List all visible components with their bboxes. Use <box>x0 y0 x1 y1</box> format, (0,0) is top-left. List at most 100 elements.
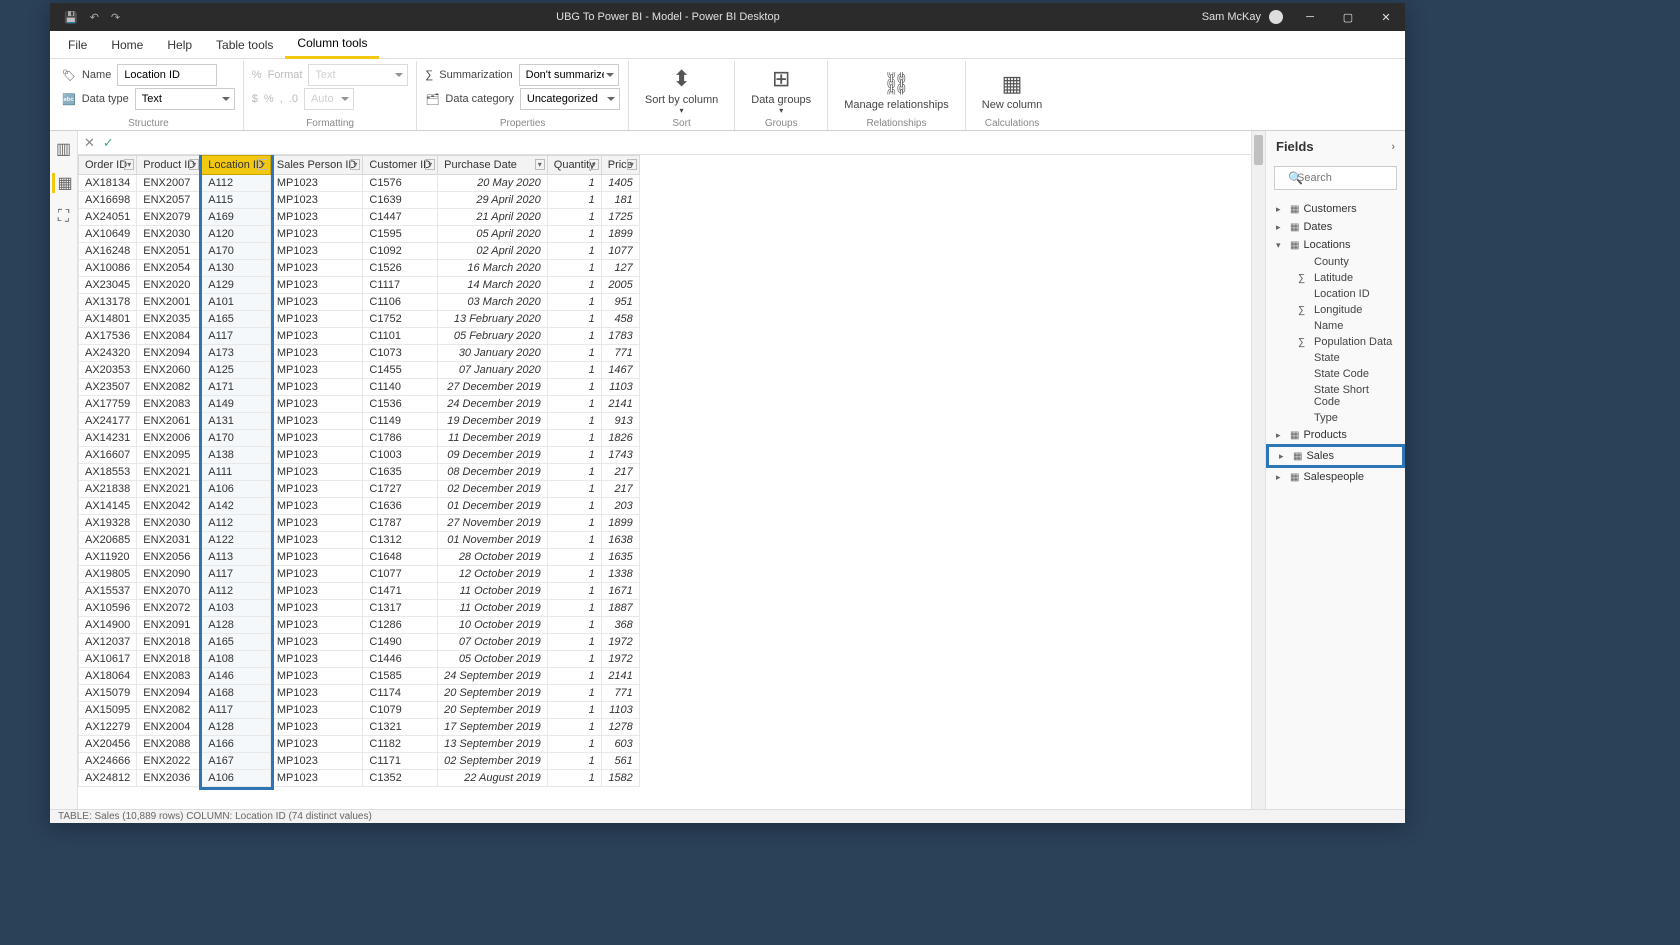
table-row[interactable]: AX18064ENX2083A146MP1023C158524 Septembe… <box>79 668 640 685</box>
cell[interactable]: MP1023 <box>270 396 362 413</box>
scrollbar[interactable] <box>1251 131 1265 809</box>
cell[interactable]: A111 <box>202 464 271 481</box>
cell[interactable]: C1639 <box>363 192 438 209</box>
cell[interactable]: 08 December 2019 <box>438 464 548 481</box>
cell[interactable]: 181 <box>601 192 639 209</box>
cell[interactable]: AX11920 <box>79 549 137 566</box>
cell[interactable]: A125 <box>202 362 271 379</box>
cell[interactable]: A108 <box>202 651 271 668</box>
cell[interactable]: C1787 <box>363 515 438 532</box>
name-input[interactable] <box>117 64 217 86</box>
cell[interactable]: 09 December 2019 <box>438 447 548 464</box>
cell[interactable]: AX13178 <box>79 294 137 311</box>
cell[interactable]: C1321 <box>363 719 438 736</box>
cell[interactable]: 1 <box>547 719 601 736</box>
cell[interactable]: MP1023 <box>270 430 362 447</box>
cell[interactable]: MP1023 <box>270 345 362 362</box>
table-row[interactable]: AX16248ENX2051A170MP1023C109202 April 20… <box>79 243 640 260</box>
table-row[interactable]: AX24666ENX2022A167MP1023C117102 Septembe… <box>79 753 640 770</box>
cell[interactable]: ENX2057 <box>137 192 202 209</box>
table-row[interactable]: AX10617ENX2018A108MP1023C144605 October … <box>79 651 640 668</box>
cell[interactable]: A117 <box>202 702 271 719</box>
cell[interactable]: 13 February 2020 <box>438 311 548 328</box>
cell[interactable]: AX24320 <box>79 345 137 362</box>
save-icon[interactable]: 💾 <box>64 11 78 24</box>
cell[interactable]: 1 <box>547 685 601 702</box>
cell[interactable]: 27 December 2019 <box>438 379 548 396</box>
cell[interactable]: A142 <box>202 498 271 515</box>
cell[interactable]: C1447 <box>363 209 438 226</box>
cell[interactable]: ENX2022 <box>137 753 202 770</box>
cell[interactable]: MP1023 <box>270 209 362 226</box>
cell[interactable]: ENX2082 <box>137 379 202 396</box>
cell[interactable]: MP1023 <box>270 192 362 209</box>
cell[interactable]: 1 <box>547 243 601 260</box>
column-header[interactable]: Purchase Date▾ <box>438 156 548 175</box>
cell[interactable]: AX24812 <box>79 770 137 787</box>
cell[interactable]: 1 <box>547 498 601 515</box>
cell[interactable]: C1455 <box>363 362 438 379</box>
cell[interactable]: MP1023 <box>270 464 362 481</box>
cell[interactable]: AX24051 <box>79 209 137 226</box>
cell[interactable]: 1972 <box>601 651 639 668</box>
cell[interactable]: MP1023 <box>270 532 362 549</box>
cell[interactable]: MP1023 <box>270 600 362 617</box>
column-filter-icon[interactable]: ▾ <box>258 159 268 170</box>
cell[interactable]: 1725 <box>601 209 639 226</box>
cell[interactable]: A115 <box>202 192 271 209</box>
cell[interactable]: 203 <box>601 498 639 515</box>
cell[interactable]: 1671 <box>601 583 639 600</box>
cell[interactable]: 19 December 2019 <box>438 413 548 430</box>
cell[interactable]: 1 <box>547 260 601 277</box>
cell[interactable]: MP1023 <box>270 175 362 192</box>
cell[interactable]: AX24666 <box>79 753 137 770</box>
cell[interactable]: 1 <box>547 379 601 396</box>
cell[interactable]: C1149 <box>363 413 438 430</box>
cell[interactable]: A112 <box>202 583 271 600</box>
cell[interactable]: 22 August 2019 <box>438 770 548 787</box>
cell[interactable]: ENX2084 <box>137 328 202 345</box>
cell[interactable]: 368 <box>601 617 639 634</box>
undo-icon[interactable]: ↶ <box>90 11 99 24</box>
cell[interactable]: 07 October 2019 <box>438 634 548 651</box>
cell[interactable]: A170 <box>202 430 271 447</box>
cell[interactable]: 2141 <box>601 668 639 685</box>
cell[interactable]: ENX2061 <box>137 413 202 430</box>
cell[interactable]: MP1023 <box>270 549 362 566</box>
cell[interactable]: C1471 <box>363 583 438 600</box>
cell[interactable]: 1278 <box>601 719 639 736</box>
column-filter-icon[interactable]: ▾ <box>535 159 545 170</box>
cell[interactable]: AX14145 <box>79 498 137 515</box>
cell[interactable]: 24 September 2019 <box>438 668 548 685</box>
field-state[interactable]: State <box>1266 350 1405 366</box>
cell[interactable]: AX15079 <box>79 685 137 702</box>
cell[interactable]: ENX2095 <box>137 447 202 464</box>
cell[interactable]: 1 <box>547 753 601 770</box>
cell[interactable]: 1 <box>547 617 601 634</box>
table-row[interactable]: AX19328ENX2030A112MP1023C178727 November… <box>79 515 640 532</box>
cell[interactable]: AX20685 <box>79 532 137 549</box>
cell[interactable]: AX23507 <box>79 379 137 396</box>
cell[interactable]: C1576 <box>363 175 438 192</box>
cell[interactable]: 1 <box>547 294 601 311</box>
cell[interactable]: 29 April 2020 <box>438 192 548 209</box>
cell[interactable]: 14 March 2020 <box>438 277 548 294</box>
cell[interactable]: 20 September 2019 <box>438 702 548 719</box>
cell[interactable]: A122 <box>202 532 271 549</box>
column-filter-icon[interactable]: ▾ <box>124 159 134 170</box>
column-header[interactable]: Location ID▾ <box>202 156 271 175</box>
cell[interactable]: A171 <box>202 379 271 396</box>
table-row[interactable]: AX14900ENX2091A128MP1023C128610 October … <box>79 617 640 634</box>
cell[interactable]: AX21838 <box>79 481 137 498</box>
cell[interactable]: A106 <box>202 481 271 498</box>
data-groups-button[interactable]: ⊞Data groups▾ <box>743 63 819 118</box>
column-filter-icon[interactable]: ▾ <box>189 159 199 170</box>
cell[interactable]: 27 November 2019 <box>438 515 548 532</box>
minimize-button[interactable]: ─ <box>1291 3 1329 31</box>
column-header[interactable]: Sales Person ID▾ <box>270 156 362 175</box>
cell[interactable]: ENX2030 <box>137 515 202 532</box>
cell[interactable]: ENX2094 <box>137 345 202 362</box>
field-name[interactable]: Name <box>1266 318 1405 334</box>
cell[interactable]: AX16248 <box>79 243 137 260</box>
cell[interactable]: C1182 <box>363 736 438 753</box>
